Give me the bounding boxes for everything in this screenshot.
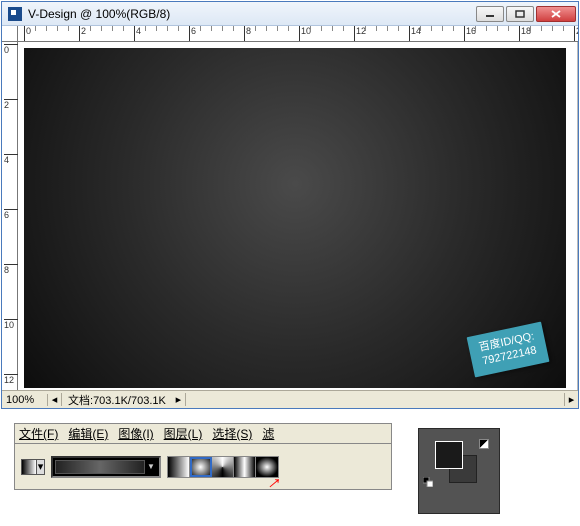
default-colors-icon[interactable] [423,477,433,487]
scroll-right-button[interactable]: ▸ [564,393,578,406]
statusbar: 100% ◂ 文档:703.1K/703.1K ▸ ▸ [2,390,578,408]
gradient-picker[interactable]: ▼ [51,456,161,478]
menu-layer[interactable]: 图层(L) [164,425,203,442]
foreground-color-swatch[interactable] [435,441,463,469]
ruler-h-tick: 8 [244,26,251,42]
canvas-viewport[interactable]: 百度ID/QQ: 792722148 [18,42,578,390]
ruler-horizontal[interactable]: 02468101214161820 [18,26,578,42]
gradient-linear-button[interactable] [168,457,190,477]
document-info[interactable]: 文档:703.1K/703.1K [62,392,172,408]
menu-select[interactable]: 选择(S) [212,425,252,442]
color-swatch-panel [418,428,500,514]
gradient-diamond-button[interactable] [256,457,278,477]
gradient-swatch [55,460,145,474]
tool-preset-dropdown[interactable]: ▾ [37,459,45,475]
app-icon [8,7,22,21]
gradient-angle-button[interactable] [212,457,234,477]
close-button[interactable] [536,6,576,22]
menu-edit[interactable]: 编辑(E) [68,425,108,442]
window-title: V-Design @ 100%(RGB/8) [28,7,476,21]
ruler-h-tick: 4 [134,26,141,42]
ruler-h-tick: 2 [79,26,86,42]
ruler-h-tick: 0 [24,26,31,42]
ruler-h-tick: 6 [189,26,196,42]
gradient-reflected-button[interactable] [234,457,256,477]
chevron-down-icon: ▼ [145,462,157,471]
docinfo-value: 703.1K/703.1K [93,395,166,407]
scroll-left-button[interactable]: ◂ [48,393,62,406]
canvas[interactable]: 百度ID/QQ: 792722148 [24,48,566,388]
watermark-sticker: 百度ID/QQ: 792722148 [466,322,549,378]
ruler-origin[interactable] [2,26,18,42]
gradient-radial-button[interactable] [190,457,212,477]
options-bar: ▾ ▼ → [14,444,392,490]
titlebar[interactable]: V-Design @ 100%(RGB/8) [2,2,578,26]
gradient-type-group [167,456,279,478]
minimize-button[interactable] [476,6,504,22]
zoom-level[interactable]: 100% [2,394,48,406]
menu-file[interactable]: 文件(F) [19,425,58,442]
docinfo-menu-button[interactable]: ▸ [172,393,186,406]
menu-filter[interactable]: 滤 [262,425,274,442]
document-window: V-Design @ 100%(RGB/8) 02468101214161820… [1,1,579,409]
menu-image[interactable]: 图像(I) [118,425,153,442]
ruler-vertical[interactable]: 024681012 [2,42,18,390]
docinfo-label: 文档: [68,395,93,407]
menubar: 文件(F) 编辑(E) 图像(I) 图层(L) 选择(S) 滤 [14,423,392,444]
maximize-button[interactable] [506,6,534,22]
ruler-h-tick: 20 [574,26,578,42]
swap-colors-icon[interactable] [479,439,489,449]
tool-preset-preview[interactable] [21,459,37,475]
